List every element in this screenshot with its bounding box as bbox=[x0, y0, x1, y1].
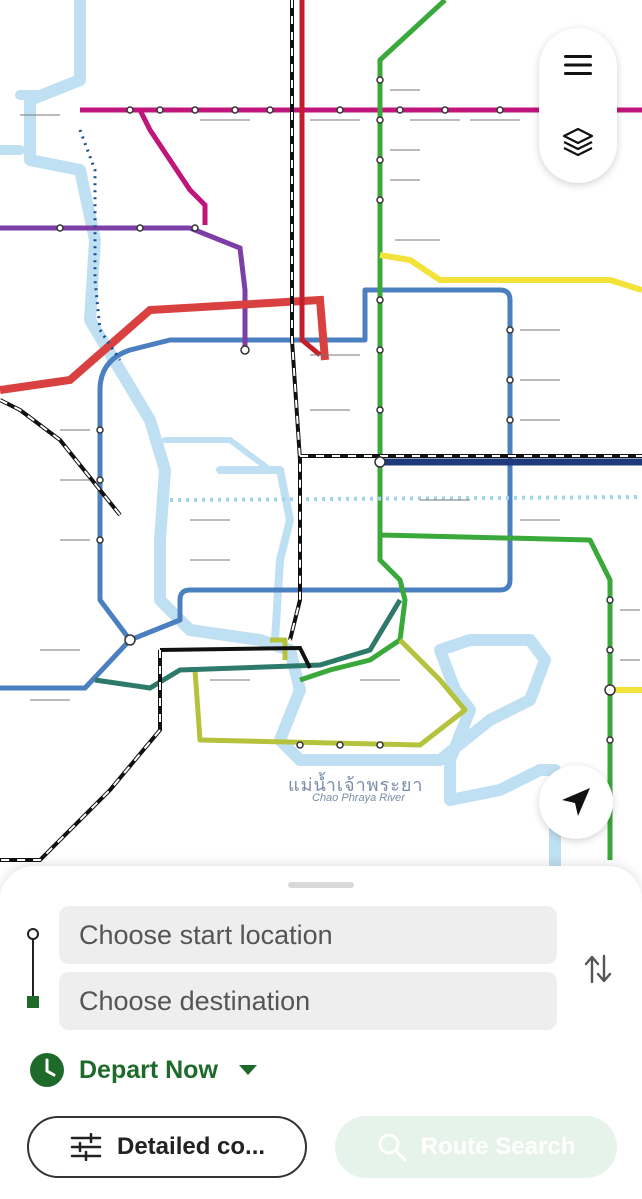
swap-icon[interactable] bbox=[583, 952, 613, 986]
route-sheet: Choose start location Choose destination… bbox=[0, 866, 642, 1199]
yellow-line bbox=[379, 252, 642, 293]
red-line bbox=[0, 295, 329, 394]
chevron-down-icon bbox=[238, 1065, 257, 1075]
layers-icon[interactable] bbox=[561, 126, 595, 158]
drag-handle[interactable] bbox=[288, 882, 354, 888]
blue-line bbox=[0, 287, 513, 691]
depart-label: Depart Now bbox=[79, 1055, 218, 1084]
clock-icon bbox=[30, 1053, 64, 1087]
hamburger-icon[interactable] bbox=[562, 53, 594, 77]
route-connector-icon bbox=[27, 928, 39, 1008]
river bbox=[0, 0, 561, 871]
navigation-arrow-icon bbox=[562, 788, 590, 816]
map-control-panel bbox=[539, 28, 617, 183]
lightblue-line bbox=[169, 495, 642, 502]
detailed-conditions-button[interactable]: Detailed co... bbox=[27, 1116, 307, 1178]
river-label-english: Chao Phraya River bbox=[312, 792, 405, 804]
sliders-icon bbox=[70, 1133, 102, 1161]
destination-input[interactable]: Choose destination bbox=[59, 972, 557, 1030]
route-search-label: Route Search bbox=[420, 1133, 576, 1160]
route-search-button[interactable]: Route Search bbox=[335, 1116, 617, 1178]
station-labels bbox=[20, 89, 640, 701]
search-icon bbox=[378, 1133, 407, 1162]
detailed-conditions-label: Detailed co... bbox=[117, 1133, 266, 1160]
start-location-input[interactable]: Choose start location bbox=[59, 906, 557, 964]
locate-button[interactable] bbox=[539, 765, 613, 839]
depart-time-selector[interactable]: Depart Now bbox=[29, 1052, 258, 1088]
olive-line bbox=[192, 637, 468, 748]
